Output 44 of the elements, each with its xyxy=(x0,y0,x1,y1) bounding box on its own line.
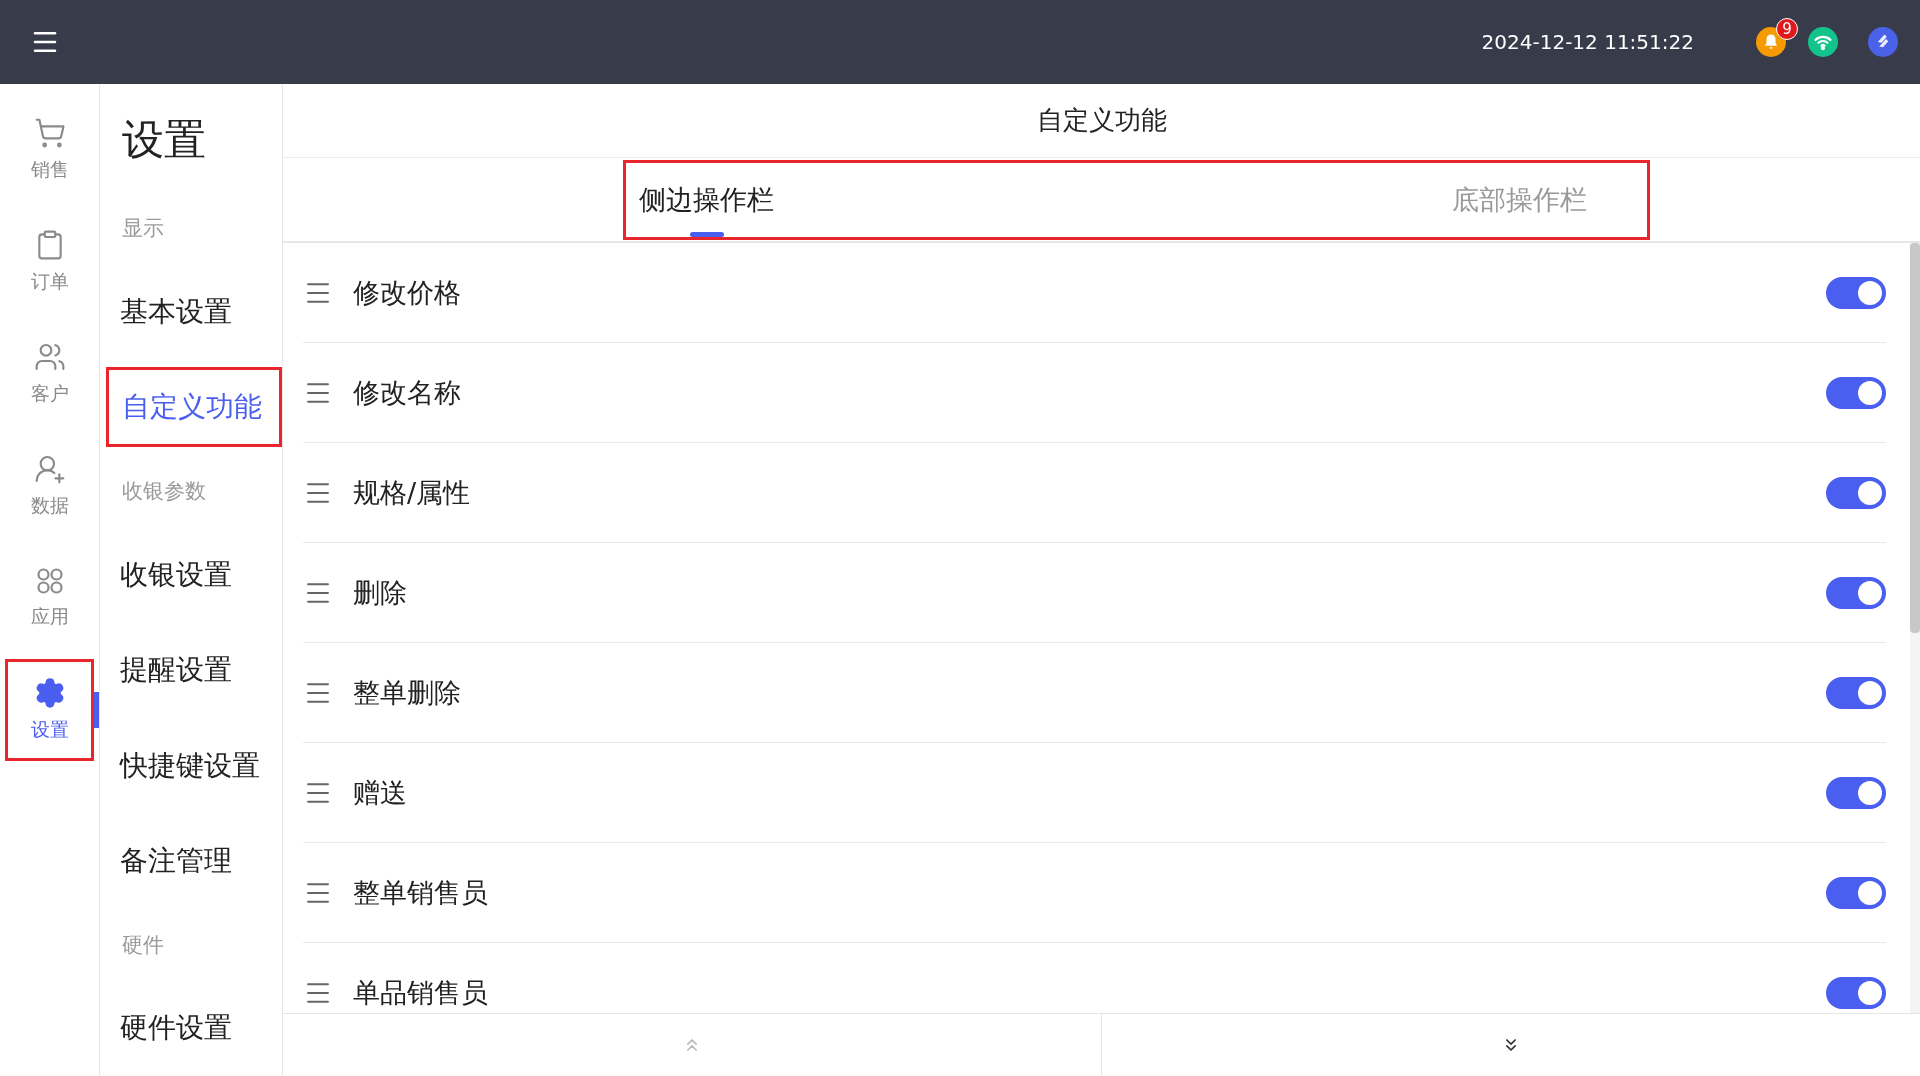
function-label: 单品销售员 xyxy=(353,975,489,1010)
datetime: 2024-12-12 11:51:22 xyxy=(1481,30,1694,54)
section-heading: 硬件 xyxy=(121,931,165,959)
function-label: 整单删除 xyxy=(353,675,462,710)
page-title: 设置 xyxy=(121,114,207,166)
notification-badge: 9 xyxy=(1776,18,1798,40)
nav-item[interactable]: 订单 xyxy=(0,206,99,318)
section-heading: 收银参数 xyxy=(121,478,207,506)
function-label: 赠送 xyxy=(353,775,408,810)
nav-item[interactable]: 数据 xyxy=(0,430,99,542)
apps-icon xyxy=(34,566,65,596)
nav-item[interactable]: 设置 xyxy=(0,654,99,766)
toggle-switch[interactable] xyxy=(1826,776,1886,809)
menu-item[interactable]: 备注管理 xyxy=(106,813,282,909)
toggle-switch[interactable] xyxy=(1826,876,1886,909)
menu-item[interactable]: 提醒设置 xyxy=(106,622,282,718)
tab[interactable]: 侧边操作栏 xyxy=(639,162,774,237)
toggle-switch[interactable] xyxy=(1826,576,1886,609)
function-label: 规格/属性 xyxy=(353,475,472,510)
cart-icon xyxy=(33,117,66,149)
app-logo-icon xyxy=(1868,27,1898,57)
menu-item[interactable]: 基本设置 xyxy=(106,263,282,360)
toggle-switch[interactable] xyxy=(1826,476,1886,509)
tab[interactable]: 底部操作栏 xyxy=(1452,162,1587,237)
toggle-switch[interactable] xyxy=(1826,976,1886,1009)
menu-item[interactable]: 自定义功能 xyxy=(106,367,282,448)
panel-title: 自定义功能 xyxy=(283,84,1920,158)
users-icon xyxy=(33,341,66,373)
menu-item[interactable]: 快捷键设置 xyxy=(106,717,282,814)
nav-item[interactable]: 客户 xyxy=(0,318,99,430)
scrollbar[interactable] xyxy=(1910,243,1920,1013)
function-label: 修改价格 xyxy=(353,275,462,310)
toggle-switch[interactable] xyxy=(1826,376,1886,409)
menu-item[interactable]: 硬件设置 xyxy=(106,980,282,1076)
nav-item[interactable]: 销售 xyxy=(0,94,99,206)
section-heading: 显示 xyxy=(121,214,165,242)
wifi-icon xyxy=(1808,27,1838,57)
toggle-switch[interactable] xyxy=(1826,676,1886,709)
menu-item[interactable]: 收银设置 xyxy=(106,527,282,623)
function-label: 整单销售员 xyxy=(353,875,489,910)
toggle-switch[interactable] xyxy=(1826,276,1886,309)
function-label: 修改名称 xyxy=(353,375,462,410)
nav-item[interactable]: 应用 xyxy=(0,542,99,654)
function-label: 删除 xyxy=(353,575,408,610)
